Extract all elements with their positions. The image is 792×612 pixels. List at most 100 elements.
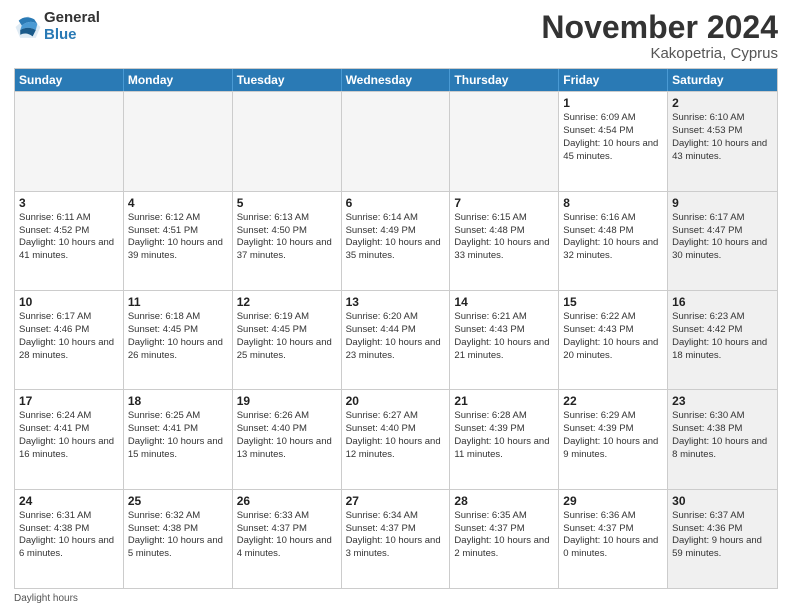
sunrise-text: Sunrise: 6:35 AM (454, 510, 526, 521)
sunset-text: Sunset: 4:39 PM (563, 423, 633, 434)
day-number: 27 (346, 493, 446, 509)
day-cell-23: 23Sunrise: 6:30 AMSunset: 4:38 PMDayligh… (668, 390, 777, 488)
day-cell-24: 24Sunrise: 6:31 AMSunset: 4:38 PMDayligh… (15, 490, 124, 588)
daylight-text: Daylight: 10 hours and 16 minutes. (19, 436, 114, 460)
daylight-text: Daylight: 10 hours and 13 minutes. (237, 436, 332, 460)
sunrise-text: Sunrise: 6:16 AM (563, 212, 635, 223)
sunrise-text: Sunrise: 6:11 AM (19, 212, 91, 223)
daylight-text: Daylight: 10 hours and 25 minutes. (237, 337, 332, 361)
daylight-text: Daylight: 9 hours and 59 minutes. (672, 535, 762, 559)
sunrise-text: Sunrise: 6:18 AM (128, 311, 200, 322)
day-number: 12 (237, 294, 337, 310)
header-day-saturday: Saturday (668, 69, 777, 91)
day-cell-29: 29Sunrise: 6:36 AMSunset: 4:37 PMDayligh… (559, 490, 668, 588)
empty-cell (15, 92, 124, 190)
footer-note: Daylight hours (14, 593, 778, 604)
sunset-text: Sunset: 4:42 PM (672, 324, 742, 335)
day-number: 14 (454, 294, 554, 310)
sunrise-text: Sunrise: 6:13 AM (237, 212, 309, 223)
sunrise-text: Sunrise: 6:34 AM (346, 510, 418, 521)
day-cell-26: 26Sunrise: 6:33 AMSunset: 4:37 PMDayligh… (233, 490, 342, 588)
day-cell-17: 17Sunrise: 6:24 AM Sunset: 4:41 PM Dayligh… (15, 390, 124, 488)
day-number: 24 (19, 493, 119, 509)
day-number: 30 (672, 493, 773, 509)
day-cell-30: 30Sunrise: 6:37 AMSunset: 4:36 PMDayligh… (668, 490, 777, 588)
day-number: 3 (19, 195, 119, 211)
calendar-body: 1Sunrise: 6:09 AMSunset: 4:54 PMDaylight… (15, 91, 777, 588)
sunrise-text: Sunrise: 6:17 AM (19, 311, 91, 322)
logo-general: General (44, 10, 100, 27)
day-number: 8 (563, 195, 663, 211)
sunrise-text: Sunrise: 6:25 AM (128, 410, 200, 421)
daylight-text: Daylight: 10 hours and 32 minutes. (563, 237, 658, 261)
sunset-text: Sunset: 4:45 PM (237, 324, 307, 335)
day-number: 18 (128, 393, 228, 409)
day-cell-5: 5Sunrise: 6:13 AMSunset: 4:50 PMDaylight… (233, 192, 342, 290)
sunrise-text: Sunrise: 6:29 AM (563, 410, 635, 421)
sunset-text: Sunset: 4:43 PM (454, 324, 524, 335)
calendar-header: SundayMondayTuesdayWednesdayThursdayFrid… (15, 69, 777, 91)
day-cell-1: 1Sunrise: 6:09 AMSunset: 4:54 PMDaylight… (559, 92, 668, 190)
daylight-text: Daylight: 10 hours and 41 minutes. (19, 237, 114, 261)
sunrise-text: Sunrise: 6:23 AM (672, 311, 744, 322)
sunrise-text: Sunrise: 6:19 AM (237, 311, 309, 322)
page-header: General Blue November 2024 Kakopetria, C… (14, 10, 778, 62)
daylight-text: Daylight: 10 hours and 11 minutes. (454, 436, 549, 460)
main-title: November 2024 (541, 10, 778, 45)
header-day-friday: Friday (559, 69, 668, 91)
sunrise-text: Sunrise: 6:28 AM (454, 410, 526, 421)
day-number: 17 (19, 393, 119, 409)
sunrise-text: Sunrise: 6:31 AM (19, 510, 91, 521)
sunset-text: Sunset: 4:37 PM (237, 523, 307, 534)
day-number: 13 (346, 294, 446, 310)
daylight-text: Daylight: 10 hours and 12 minutes. (346, 436, 441, 460)
day-number: 23 (672, 393, 773, 409)
daylight-text: Daylight: 10 hours and 15 minutes. (128, 436, 223, 460)
sunset-text: Sunset: 4:48 PM (454, 225, 524, 236)
day-number: 21 (454, 393, 554, 409)
daylight-text: Daylight: 10 hours and 20 minutes. (563, 337, 658, 361)
sunset-text: Sunset: 4:43 PM (563, 324, 633, 335)
sunset-text: Sunset: 4:41 PM (128, 423, 198, 434)
sunrise-text: Sunrise: 6:32 AM (128, 510, 200, 521)
calendar-row-2: 3Sunrise: 6:11 AMSunset: 4:52 PMDaylight… (15, 191, 777, 290)
day-cell-10: 10Sunrise: 6:17 AMSunset: 4:46 PMDayligh… (15, 291, 124, 389)
day-cell-20: 20Sunrise: 6:27 AMSunset: 4:40 PMDayligh… (342, 390, 451, 488)
day-cell-12: 12Sunrise: 6:19 AM Sunset: 4:45 PM Dayligh… (233, 291, 342, 389)
calendar: SundayMondayTuesdayWednesdayThursdayFrid… (14, 68, 778, 589)
day-cell-18: 18Sunrise: 6:25 AM Sunset: 4:41 PM Dayligh… (124, 390, 233, 488)
day-cell-16: 16Sunrise: 6:23 AMSunset: 4:42 PMDayligh… (668, 291, 777, 389)
day-number: 28 (454, 493, 554, 509)
sunset-text: Sunset: 4:45 PM (128, 324, 198, 335)
sunrise-text: Sunrise: 6:21 AM (454, 311, 526, 322)
empty-cell (342, 92, 451, 190)
sunset-text: Sunset: 4:52 PM (19, 225, 89, 236)
day-number: 9 (672, 195, 773, 211)
sunset-text: Sunset: 4:40 PM (237, 423, 307, 434)
header-day-wednesday: Wednesday (342, 69, 451, 91)
day-number: 7 (454, 195, 554, 211)
sunset-text: Sunset: 4:51 PM (128, 225, 198, 236)
day-number: 10 (19, 294, 119, 310)
day-cell-21: 21Sunrise: 6:28 AMSunset: 4:39 PMDayligh… (450, 390, 559, 488)
day-number: 26 (237, 493, 337, 509)
day-cell-11: 11Sunrise: 6:18 AMSunset: 4:45 PMDayligh… (124, 291, 233, 389)
sunrise-text: Sunrise: 6:24 AM (19, 410, 91, 421)
sunset-text: Sunset: 4:49 PM (346, 225, 416, 236)
logo-blue: Blue (44, 27, 100, 44)
sunset-text: Sunset: 4:47 PM (672, 225, 742, 236)
day-cell-3: 3Sunrise: 6:11 AM Sunset: 4:52 PMDaylight… (15, 192, 124, 290)
daylight-text: Daylight: 10 hours and 33 minutes. (454, 237, 549, 261)
calendar-row-4: 17Sunrise: 6:24 AM Sunset: 4:41 PM Dayligh… (15, 389, 777, 488)
day-cell-28: 28Sunrise: 6:35 AMSunset: 4:37 PMDayligh… (450, 490, 559, 588)
daylight-text: Daylight: 10 hours and 4 minutes. (237, 535, 332, 559)
day-number: 1 (563, 95, 663, 111)
sunset-text: Sunset: 4:46 PM (19, 324, 89, 335)
sunset-text: Sunset: 4:41 PM (19, 423, 89, 434)
day-cell-2: 2Sunrise: 6:10 AMSunset: 4:53 PMDaylight… (668, 92, 777, 190)
sunset-text: Sunset: 4:38 PM (672, 423, 742, 434)
day-number: 20 (346, 393, 446, 409)
daylight-text: Daylight: 10 hours and 6 minutes. (19, 535, 114, 559)
day-cell-13: 13Sunrise: 6:20 AMSunset: 4:44 PMDayligh… (342, 291, 451, 389)
subtitle: Kakopetria, Cyprus (541, 45, 778, 62)
